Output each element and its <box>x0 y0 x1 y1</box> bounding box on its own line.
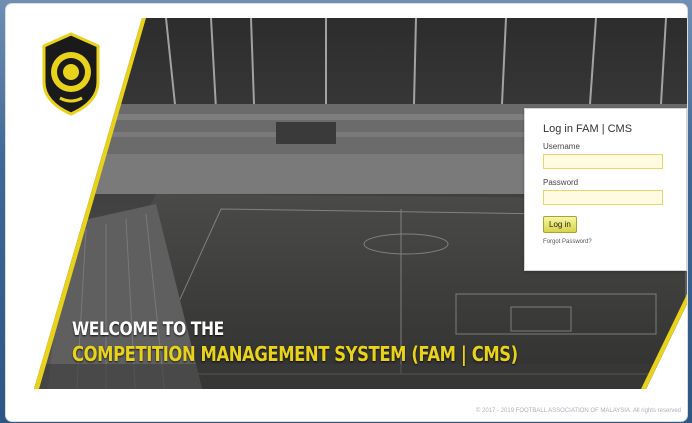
welcome-line-2: COMPETITION MANAGEMENT SYSTEM (FAM | CMS… <box>72 342 518 366</box>
welcome-banner: WELCOME TO THE COMPETITION MANAGEMENT SY… <box>72 317 518 367</box>
password-input[interactable] <box>543 190 663 205</box>
fam-crest-logo <box>42 32 100 116</box>
username-label: Username <box>543 142 580 151</box>
username-input[interactable] <box>543 154 663 169</box>
page-frame: WELCOME TO THE COMPETITION MANAGEMENT SY… <box>6 4 687 421</box>
login-panel: Log in FAM | CMS Username Password Log i… <box>524 108 687 271</box>
login-button[interactable]: Log in <box>543 216 577 233</box>
forgot-password-link[interactable]: Forgot Password? <box>543 239 686 245</box>
footer-copyright: © 2017 - 2019 FOOTBALL ASSOCIATION OF MA… <box>475 408 681 414</box>
password-label: Password <box>543 178 579 187</box>
login-title: Log in FAM | CMS <box>543 123 633 135</box>
welcome-line-1: WELCOME TO THE <box>72 318 224 340</box>
